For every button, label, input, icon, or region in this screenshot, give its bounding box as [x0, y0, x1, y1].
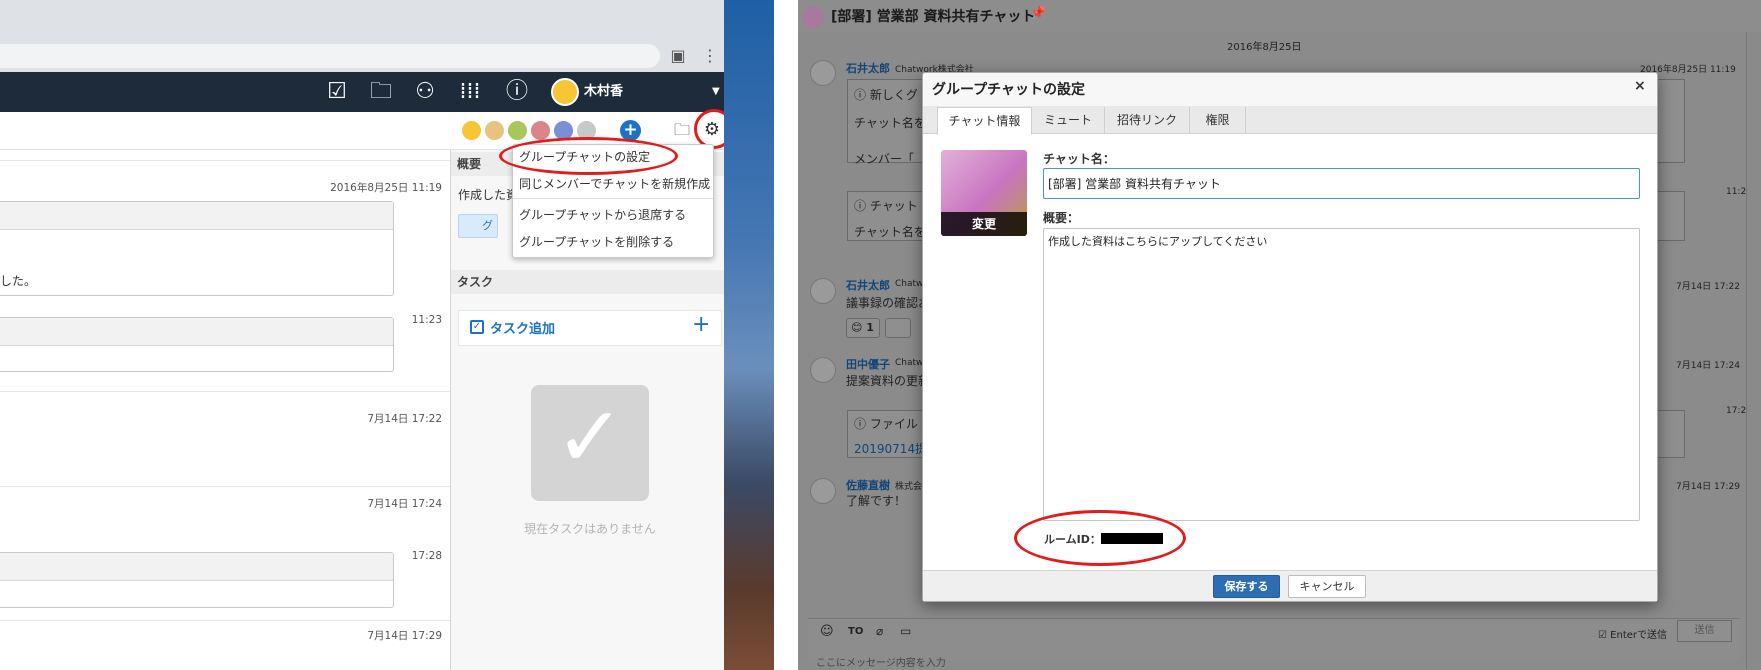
- description-label: 概要：: [1043, 211, 1080, 225]
- chat-name-input[interactable]: [1043, 168, 1640, 199]
- apps-grid-icon[interactable]: ⁞⁞⁞: [453, 72, 487, 112]
- sender-name: 田中優子: [846, 358, 890, 371]
- message-line: 提案資料の更新: [846, 374, 931, 388]
- room-title: [部署] 営業部 資料共有チャット: [831, 9, 1036, 25]
- divider: [0, 391, 450, 392]
- member-avatar[interactable]: [507, 120, 528, 141]
- address-bar[interactable]: [0, 44, 660, 68]
- message-timestamp: 7月14日 17:24: [367, 498, 442, 510]
- message-line: ⓘ ファイル: [854, 417, 918, 431]
- member-avatar[interactable]: [530, 120, 551, 141]
- message-line: ⓘ チャット: [854, 199, 918, 213]
- quote-header: [0, 318, 393, 346]
- change-icon-button[interactable]: 変更: [941, 212, 1027, 236]
- avatar: [810, 478, 836, 504]
- attach-icon[interactable]: ⌀: [876, 624, 883, 638]
- reaction-count: 😊 1: [851, 321, 874, 334]
- message-input[interactable]: ここにメッセージ内容を入力: [816, 654, 946, 669]
- enter-send-checkbox[interactable]: ☑ Enterで送信: [1598, 626, 1667, 641]
- emoji-icon[interactable]: ☺: [820, 624, 834, 639]
- checkbox-icon: ✓: [470, 320, 484, 334]
- sender-name: 佐藤直樹: [846, 479, 890, 492]
- extension-icon[interactable]: ▣: [668, 44, 688, 68]
- close-icon[interactable]: ×: [1634, 78, 1646, 94]
- message-timestamp: 7月14日 17:22: [1676, 282, 1740, 292]
- message-line: ⓘ 新しくグ: [854, 88, 918, 102]
- sender-name: 石井太郎: [846, 279, 890, 292]
- task-heading: タスク: [451, 270, 732, 294]
- browser-menu-icon[interactable]: ⋮: [700, 44, 720, 68]
- cancel-button[interactable]: キャンセル: [1288, 575, 1366, 598]
- task-add-label[interactable]: タスク追加: [490, 318, 555, 337]
- menu-divider: [513, 198, 713, 199]
- to-button[interactable]: TO: [848, 626, 863, 637]
- message-line: チャット名を: [854, 116, 926, 130]
- quote-header: [0, 202, 393, 230]
- highlight-ring: [1014, 510, 1186, 566]
- message-text: した。: [0, 274, 37, 288]
- modal-title: グループチャットの設定: [932, 82, 1086, 98]
- tab-invite-link[interactable]: 招待リンク: [1105, 107, 1190, 134]
- overview-text: 作成した資: [458, 188, 519, 202]
- info-icon[interactable]: ⓘ: [500, 72, 534, 112]
- member-avatar[interactable]: [461, 120, 482, 141]
- message-line: メンバー「: [854, 152, 915, 166]
- video-icon[interactable]: ▭: [900, 624, 911, 638]
- message-line: 議事録の確認お: [846, 296, 931, 310]
- tab-mute[interactable]: ミュート: [1032, 107, 1105, 134]
- sender-org: 株式会: [895, 482, 923, 492]
- message-timestamp: 2016年8月25日 11:19: [330, 182, 442, 194]
- divider: [0, 620, 450, 621]
- sender-org: Chatw: [895, 358, 924, 368]
- member-avatar[interactable]: [484, 120, 505, 141]
- divider: [0, 486, 450, 487]
- send-button[interactable]: 送信: [1677, 620, 1732, 642]
- gap: [774, 0, 798, 670]
- avatar: [810, 60, 836, 86]
- tab-chat-info[interactable]: チャット情報: [937, 107, 1032, 135]
- desktop-wallpaper: [724, 0, 774, 670]
- user-avatar[interactable]: [551, 78, 579, 106]
- plus-icon[interactable]: +: [692, 312, 710, 338]
- date-separator: 2016年8月25日: [1227, 42, 1302, 53]
- room-icon: [802, 6, 824, 28]
- divider: [0, 160, 450, 161]
- folder-icon[interactable]: 🗀: [670, 118, 694, 142]
- right-sidebar-edge: [1746, 32, 1761, 670]
- chat-name-label: チャット名：: [1043, 152, 1115, 166]
- add-reaction-button[interactable]: [885, 318, 911, 338]
- message-timestamp: 7月14日 17:29: [367, 630, 442, 642]
- sender-name: 石井太郎: [846, 62, 890, 75]
- user-name[interactable]: 木村香: [584, 72, 623, 112]
- avatar: [810, 357, 836, 383]
- empty-task-text: 現在タスクはありません: [524, 522, 656, 536]
- check-icon: ✓: [554, 388, 626, 486]
- tab-permissions[interactable]: 権限: [1190, 107, 1246, 134]
- message-timestamp: 7月14日 17:22: [367, 413, 442, 425]
- overview-link-button[interactable]: グ: [458, 214, 498, 238]
- menu-item-leave-chat[interactable]: グループチャットから退席する: [519, 206, 709, 223]
- menu-item-new-chat-same-members[interactable]: 同じメンバーでチャットを新規作成: [519, 175, 710, 192]
- message-timestamp: 7月14日 17:24: [1676, 361, 1740, 371]
- save-button[interactable]: 保存する: [1213, 575, 1280, 598]
- quote-header: [0, 553, 393, 581]
- chevron-down-icon[interactable]: ▼: [712, 72, 720, 112]
- pin-icon[interactable]: 📌: [1030, 6, 1046, 21]
- message-line: 了解です！: [846, 494, 907, 508]
- sender-org: Chatw: [895, 279, 924, 289]
- file-link[interactable]: 20190714提: [854, 440, 927, 457]
- reaction-count-value: 1: [866, 321, 874, 334]
- highlight-ring: [499, 137, 678, 175]
- enter-send-label: Enterで送信: [1610, 630, 1667, 641]
- message-line: チャット名を: [854, 225, 926, 239]
- message-timestamp: 7月14日 17:29: [1676, 482, 1740, 492]
- avatar: [810, 278, 836, 304]
- folder-icon[interactable]: 🗀: [364, 72, 398, 112]
- description-textarea[interactable]: 作成した資料はこちらにアップしてください: [1043, 228, 1640, 521]
- menu-item-delete-chat[interactable]: グループチャットを削除する: [519, 233, 709, 250]
- add-contact-icon[interactable]: ⚇: [408, 72, 442, 112]
- task-icon[interactable]: ☑: [320, 72, 354, 112]
